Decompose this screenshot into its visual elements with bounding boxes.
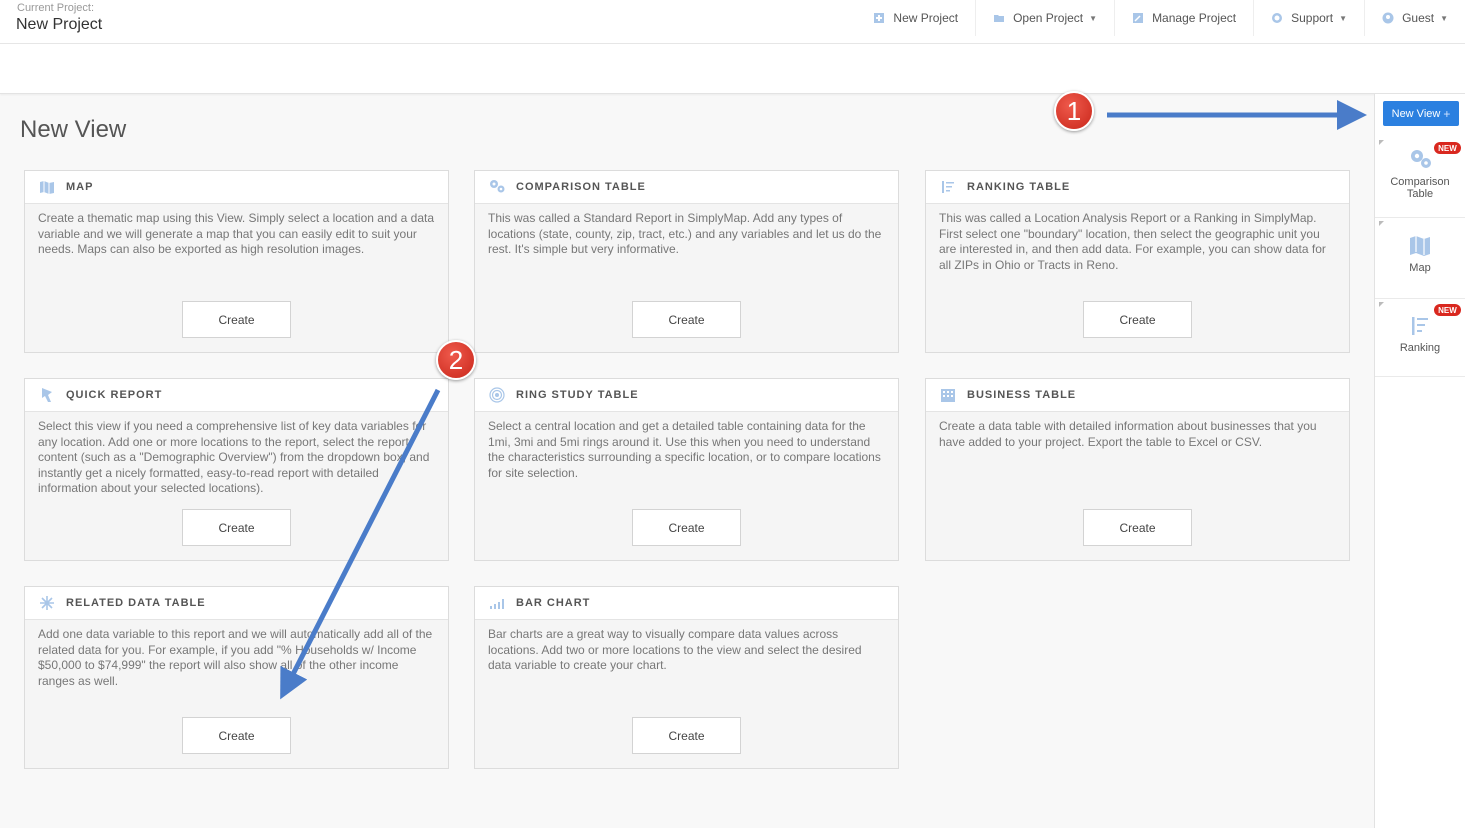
new-view-button[interactable]: New View +: [1383, 101, 1459, 126]
nav-manage-project[interactable]: Manage Project: [1114, 0, 1253, 36]
card-header: RING STUDY TABLE: [475, 379, 898, 412]
card-title: BUSINESS TABLE: [967, 389, 1077, 401]
create-related-data-table-button[interactable]: Create: [182, 717, 291, 754]
fold-corner-icon: [1379, 302, 1384, 307]
sidebar-item-label-line1: Comparison: [1390, 176, 1450, 188]
nav-guest-label: Guest: [1402, 11, 1435, 25]
card-header: MAP: [25, 171, 448, 204]
current-project-name: New Project: [16, 16, 103, 33]
nav-open-project[interactable]: Open Project ▼: [975, 0, 1114, 36]
card-bar-chart: BAR CHART Bar charts are a great way to …: [474, 586, 899, 769]
sidebar-item-label: Map: [1409, 262, 1431, 274]
card-title: RING STUDY TABLE: [516, 389, 639, 401]
sidebar-item-label-line2: Table: [1406, 188, 1434, 200]
card-title: RANKING TABLE: [967, 181, 1071, 193]
map-icon: [39, 179, 55, 195]
card-title: QUICK REPORT: [66, 389, 163, 401]
card-header: QUICK REPORT: [25, 379, 448, 412]
annotation-marker-2: 2: [436, 340, 476, 380]
top-nav: New Project Open Project ▼ Manage Projec…: [856, 0, 1465, 44]
related-data-icon: [39, 595, 55, 611]
bar-chart-icon: [489, 595, 505, 611]
card-ranking-table: RANKING TABLE This was called a Location…: [925, 170, 1350, 353]
map-icon: [1410, 236, 1430, 256]
nav-guest[interactable]: Guest ▼: [1364, 0, 1465, 36]
fold-corner-icon: [1379, 221, 1384, 226]
comparison-icon: [489, 179, 505, 195]
card-header: RELATED DATA TABLE: [25, 587, 448, 620]
card-title: RELATED DATA TABLE: [66, 597, 206, 609]
sidebar-item-map[interactable]: Map: [1375, 219, 1465, 299]
current-project-label: Current Project:: [17, 2, 95, 14]
card-title: COMPARISON TABLE: [516, 181, 646, 193]
card-business-table: BUSINESS TABLE Create a data table with …: [925, 378, 1350, 561]
create-map-button[interactable]: Create: [182, 301, 291, 338]
comparison-icon: [1411, 150, 1431, 168]
card-header: RANKING TABLE: [926, 171, 1349, 204]
sidebar-item-comparison-table[interactable]: NEW Comparison Table: [1375, 138, 1465, 218]
card-quick-report: QUICK REPORT Select this view if you nee…: [24, 378, 449, 561]
nav-new-project-label: New Project: [893, 11, 959, 25]
support-icon: [1272, 13, 1283, 23]
nav-manage-project-label: Manage Project: [1152, 11, 1237, 25]
create-ranking-table-button[interactable]: Create: [1083, 301, 1192, 338]
card-header: BUSINESS TABLE: [926, 379, 1349, 412]
business-icon: [940, 387, 956, 403]
card-comparison-table: COMPARISON TABLE This was called a Stand…: [474, 170, 899, 353]
folder-icon: [994, 15, 1005, 22]
sub-toolbar: [0, 44, 1465, 94]
chevron-down-icon: ▼: [1339, 13, 1348, 23]
create-business-table-button[interactable]: Create: [1083, 509, 1192, 546]
annotation-marker-1: 1: [1054, 91, 1094, 131]
card-header: BAR CHART: [475, 587, 898, 620]
manage-icon: [1133, 13, 1144, 23]
new-view-label: New View: [1391, 107, 1441, 120]
card-title: BAR CHART: [516, 597, 591, 609]
card-map: MAP Create a thematic map using this Vie…: [24, 170, 449, 353]
create-bar-chart-button[interactable]: Create: [632, 717, 741, 754]
ranking-icon: [940, 179, 956, 195]
nav-new-project[interactable]: New Project: [856, 0, 975, 36]
ring-icon: [489, 387, 505, 403]
sidebar-item-label: Ranking: [1399, 342, 1441, 354]
plus-icon: +: [1443, 106, 1451, 121]
user-icon: [1382, 12, 1394, 24]
new-project-icon: [874, 13, 885, 23]
create-quick-report-button[interactable]: Create: [182, 509, 291, 546]
card-header: COMPARISON TABLE: [475, 171, 898, 204]
top-bar: Current Project: New Project New Project…: [0, 0, 1465, 44]
sidebar-item-ranking[interactable]: NEW Ranking: [1375, 300, 1465, 377]
nav-support[interactable]: Support ▼: [1253, 0, 1364, 36]
quick-report-icon: [39, 387, 55, 403]
card-ring-study-table: RING STUDY TABLE Select a central locati…: [474, 378, 899, 561]
page-title: New View: [20, 116, 127, 143]
card-related-data-table: RELATED DATA TABLE Add one data variable…: [24, 586, 449, 769]
create-comparison-table-button[interactable]: Create: [632, 301, 741, 338]
fold-corner-icon: [1379, 140, 1384, 145]
card-title: MAP: [66, 181, 94, 193]
chevron-down-icon: ▼: [1440, 13, 1448, 23]
create-ring-study-table-button[interactable]: Create: [632, 509, 741, 546]
nav-support-label: Support: [1291, 11, 1334, 25]
ranking-icon: [1412, 317, 1428, 335]
new-badge: NEW: [1434, 142, 1461, 154]
chevron-down-icon: ▼: [1089, 13, 1098, 23]
new-badge: NEW: [1434, 304, 1461, 316]
nav-open-project-label: Open Project: [1013, 11, 1084, 25]
right-sidebar: New View + NEW Comparison Table Map NEW …: [1374, 94, 1465, 828]
